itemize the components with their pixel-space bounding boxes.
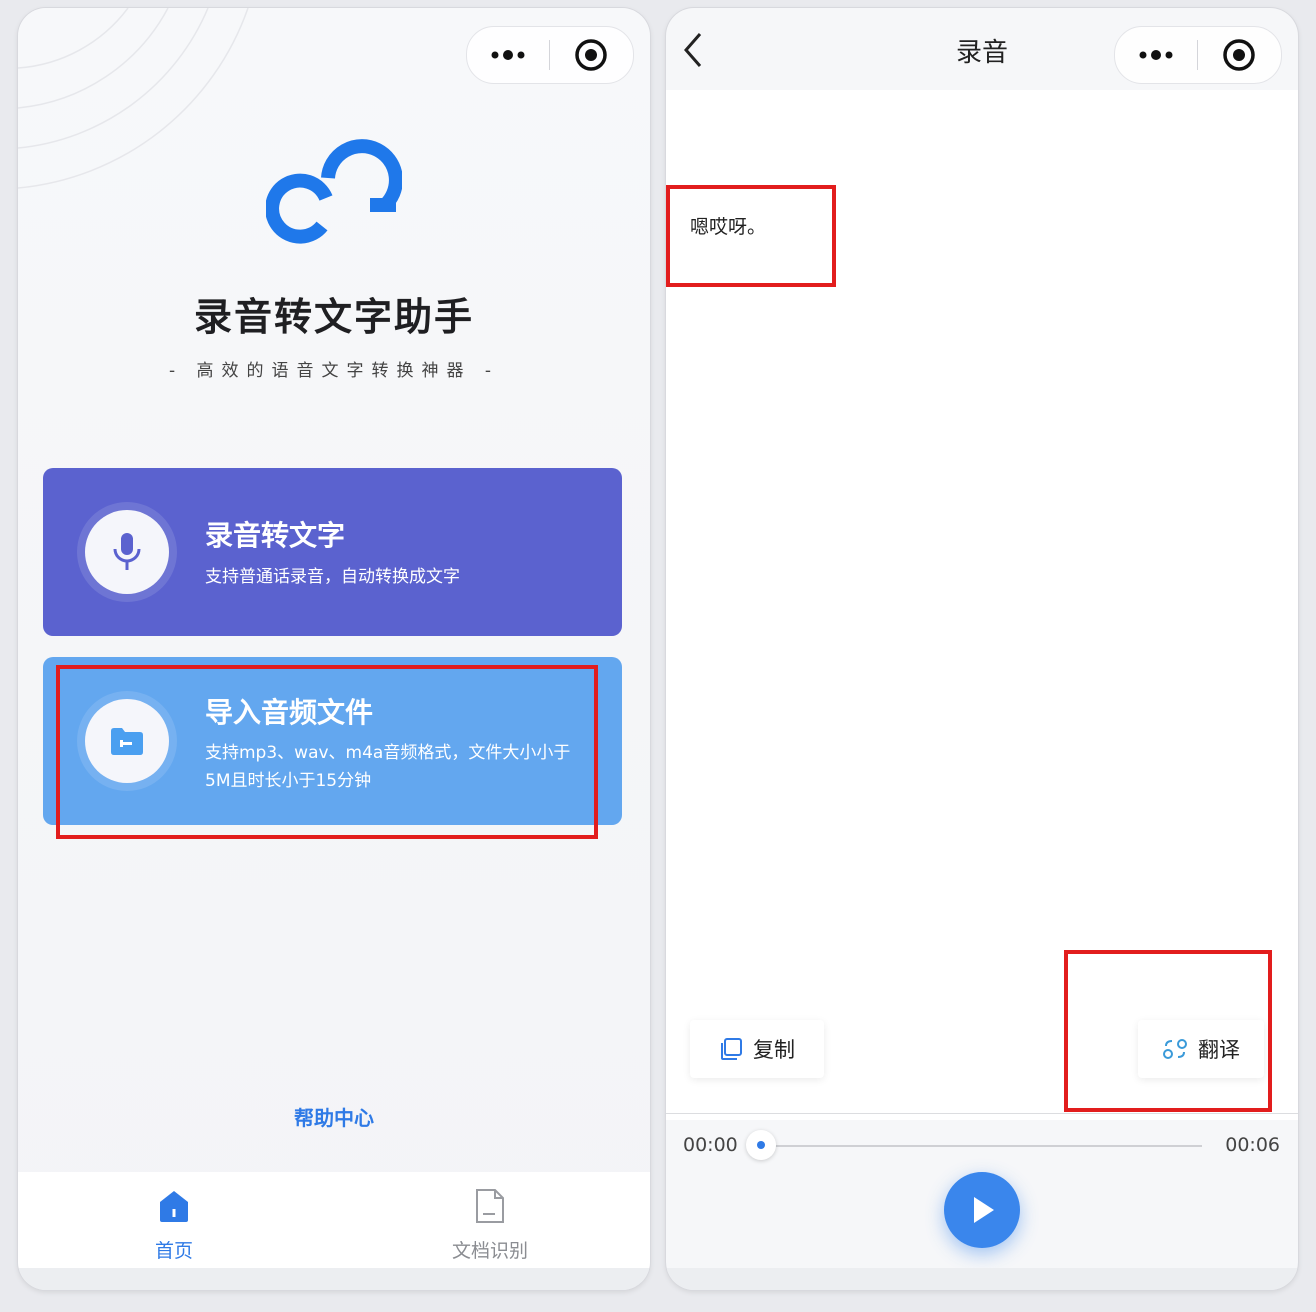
tab-document-recognition[interactable]: 文档识别 — [420, 1186, 560, 1263]
app-title: 录音转文字助手 — [193, 295, 474, 339]
bottom-strip — [666, 1268, 1298, 1290]
microphone-icon — [85, 510, 169, 594]
home-screen: 录音转文字助手 - 高效的语音文字转换神器 - 录音转文字 支持普通话录音，自动… — [18, 8, 650, 1290]
highlight-box — [1064, 950, 1272, 1112]
more-dots-icon[interactable] — [1115, 27, 1197, 83]
play-icon — [974, 1197, 994, 1223]
more-dots-icon[interactable] — [467, 27, 549, 83]
progress-track[interactable] — [776, 1145, 1202, 1147]
total-duration: 00:06 — [1225, 1134, 1280, 1156]
play-button[interactable] — [944, 1172, 1020, 1248]
bottom-tab-bar: 首页 文档识别 — [18, 1172, 650, 1268]
copy-icon — [721, 1038, 742, 1060]
help-center-link[interactable]: 帮助中心 — [18, 1102, 650, 1131]
highlight-box — [666, 185, 836, 287]
copy-button[interactable]: 复制 — [690, 1020, 824, 1078]
recording-screen: 录音 嗯哎呀。 复制 翻译 00:00 00:06 — [666, 8, 1298, 1290]
tab-home[interactable]: 首页 — [104, 1186, 244, 1263]
tab-document-label: 文档识别 — [451, 1240, 528, 1262]
mini-program-capsule — [466, 26, 634, 84]
document-icon — [420, 1186, 560, 1226]
player-divider — [666, 1113, 1298, 1114]
mini-program-capsule — [1114, 26, 1282, 84]
tab-home-label: 首页 — [154, 1240, 193, 1262]
record-card-title: 录音转文字 — [205, 519, 346, 552]
bottom-strip — [18, 1268, 650, 1290]
copy-label: 复制 — [753, 1038, 795, 1062]
progress-handle[interactable] — [746, 1130, 776, 1160]
record-card-desc: 支持普通话录音，自动转换成文字 — [205, 567, 460, 587]
background-arc-decoration — [18, 8, 249, 189]
home-icon — [104, 1186, 244, 1226]
highlight-box — [56, 665, 598, 839]
target-circle-icon[interactable] — [1198, 27, 1280, 83]
record-to-text-card[interactable]: 录音转文字 支持普通话录音，自动转换成文字 — [43, 468, 622, 636]
app-subtitle: - 高效的语音文字转换神器 - — [168, 361, 500, 381]
current-time: 00:00 — [683, 1134, 738, 1156]
app-logo — [266, 139, 402, 244]
target-circle-icon[interactable] — [550, 27, 632, 83]
